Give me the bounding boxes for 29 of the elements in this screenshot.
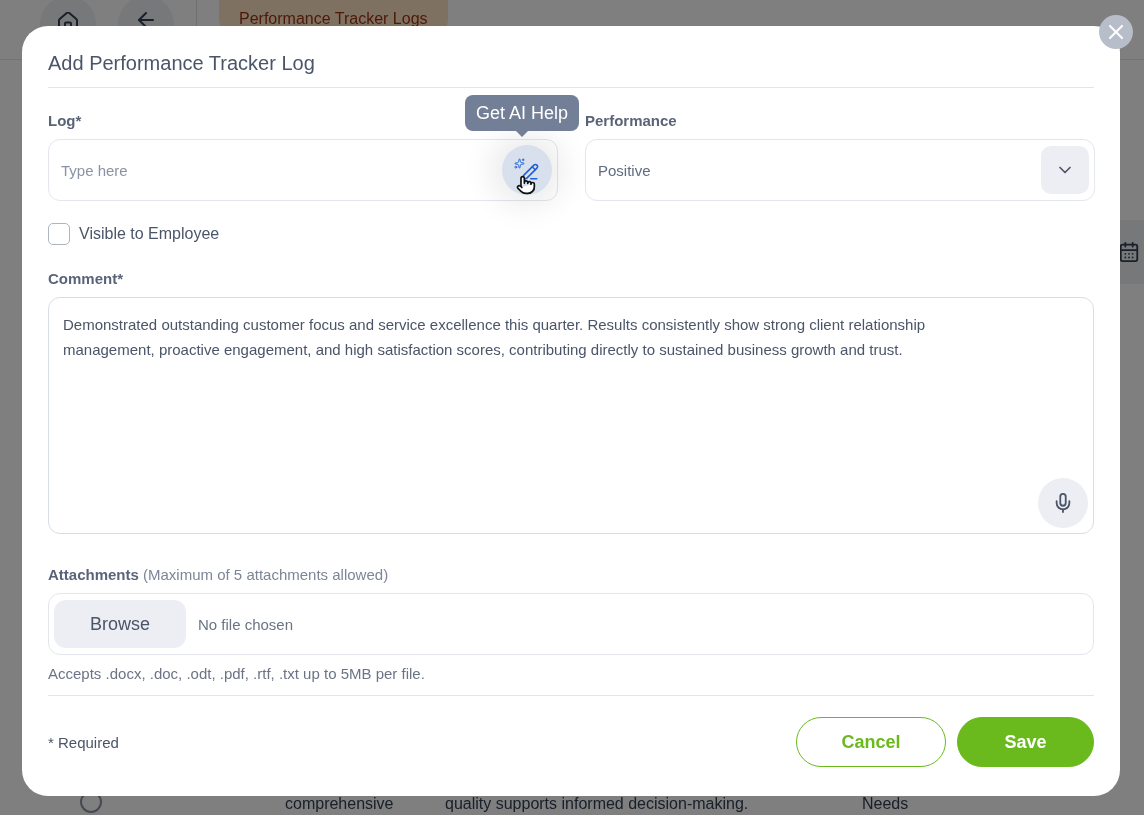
- tooltip: Get AI Help: [465, 95, 580, 131]
- pencil-icon: [521, 163, 539, 181]
- field-label: Log*: [48, 112, 82, 129]
- file-status: No file chosen: [198, 615, 294, 633]
- microphone-icon: [1055, 493, 1071, 513]
- field-label: Performance: [585, 112, 677, 129]
- ai-help-button[interactable]: [502, 145, 552, 195]
- tooltip-arrow: [516, 131, 529, 137]
- file-hint: Accepts .docx, .doc, .odt, .pdf, .rtf, .txt up to 5MB per file.: [48, 665, 1094, 696]
- required-note: * Required: [48, 733, 119, 751]
- log-input[interactable]: Type here: [48, 139, 558, 201]
- field-label: Comment*: [48, 270, 123, 287]
- attachments-label: Attachments (Maximum of 5 attachments allowed): [48, 566, 390, 583]
- file-input[interactable]: Browse No file chosen: [48, 593, 1094, 655]
- close-icon: [1109, 25, 1123, 39]
- checkbox[interactable]: [48, 223, 70, 245]
- hand-cursor-icon: [516, 175, 536, 195]
- comment-textarea[interactable]: Demonstrated outstanding customer focus and service excellence this quarter. Results consistently show strong client relationship management, proactive engagement, and high satisfaction scores, contributing directly to sustained business growth and trust.: [48, 297, 1094, 534]
- table-cell-text: Needs: [862, 795, 910, 813]
- table-cell-text: quality supports informed decision-making.: [445, 795, 750, 813]
- checkbox-label: Visible to Employee: [79, 225, 220, 243]
- caret-icon: [1041, 146, 1089, 194]
- table-cell-text: comprehensive: [285, 795, 395, 813]
- browse-button[interactable]: Browse: [54, 600, 186, 648]
- performance-select[interactable]: Positive: [585, 139, 1095, 201]
- calendar-icon: [1118, 241, 1140, 263]
- sparkle-icon: [514, 158, 525, 169]
- close-button[interactable]: [1099, 15, 1133, 49]
- dialog-title: Add Performance Tracker Log: [48, 52, 1094, 88]
